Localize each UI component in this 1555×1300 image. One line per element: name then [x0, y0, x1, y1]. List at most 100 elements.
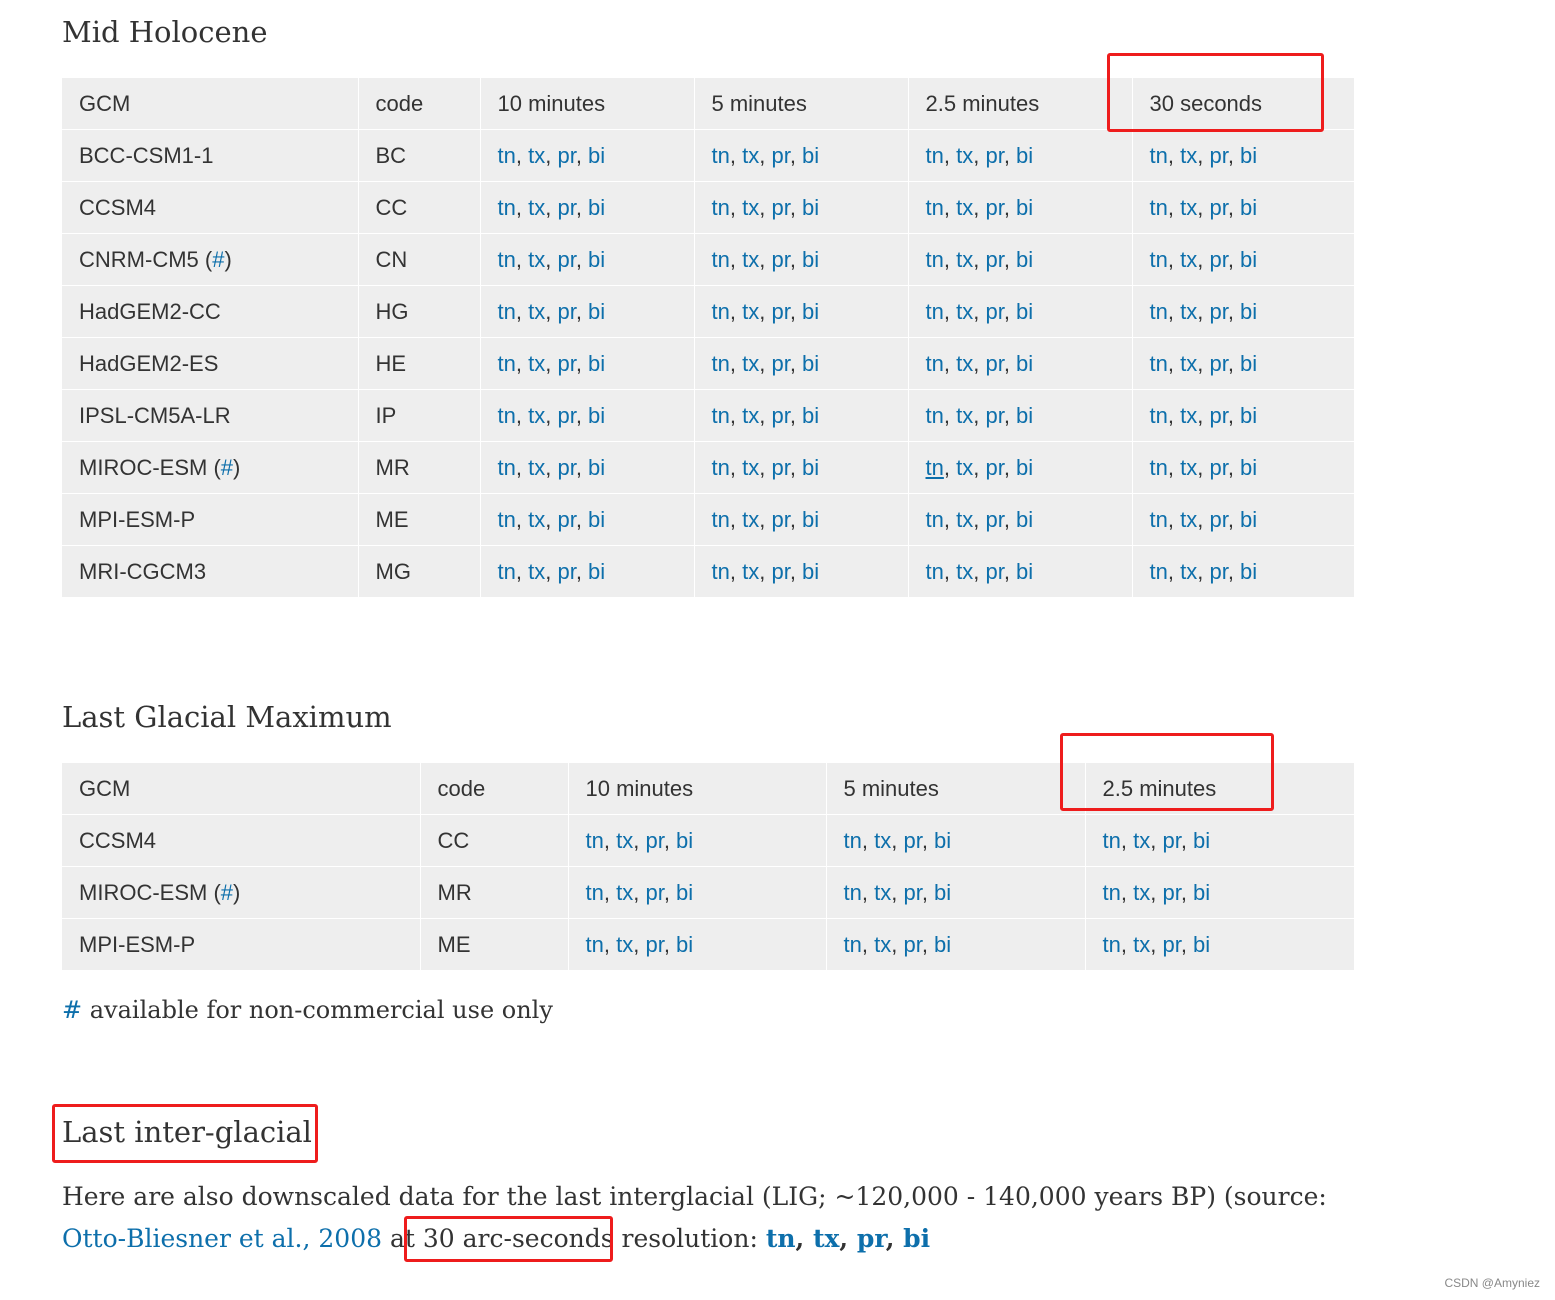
download-link-bi[interactable]: bi — [676, 828, 693, 853]
download-link-pr[interactable]: pr — [985, 247, 1003, 272]
download-link-tn[interactable]: tn — [844, 828, 862, 853]
download-link-tn[interactable]: tn — [844, 880, 862, 905]
download-link-tn[interactable]: tn — [1150, 247, 1168, 272]
download-link-tn[interactable]: tn — [712, 559, 730, 584]
download-link-tx[interactable]: tx — [874, 932, 891, 957]
download-link-pr[interactable]: pr — [645, 828, 663, 853]
download-link-bi[interactable]: bi — [1240, 247, 1257, 272]
download-link-pr[interactable]: pr — [985, 455, 1003, 480]
download-link-bi[interactable]: bi — [1240, 507, 1257, 532]
download-link-tx[interactable]: tx — [528, 247, 545, 272]
download-link-pr[interactable]: pr — [1209, 455, 1227, 480]
download-link-pr[interactable]: pr — [557, 299, 575, 324]
download-link-bi[interactable]: bi — [1193, 828, 1210, 853]
download-link-bi[interactable]: bi — [588, 507, 605, 532]
download-link-pr[interactable]: pr — [645, 880, 663, 905]
download-link-tx[interactable]: tx — [1180, 247, 1197, 272]
download-link-pr[interactable]: pr — [1209, 507, 1227, 532]
download-link-bi[interactable]: bi — [802, 247, 819, 272]
download-link-bi[interactable]: bi — [802, 403, 819, 428]
download-link-tx[interactable]: tx — [528, 507, 545, 532]
download-link-bi[interactable]: bi — [1193, 932, 1210, 957]
download-link-tx[interactable]: tx — [956, 559, 973, 584]
download-link-bi[interactable]: bi — [1016, 559, 1033, 584]
download-link-bi[interactable]: bi — [588, 455, 605, 480]
download-link-tx[interactable]: tx — [528, 351, 545, 376]
download-link-pr[interactable]: pr — [1162, 828, 1180, 853]
download-link-bi[interactable]: bi — [802, 351, 819, 376]
download-link-pr[interactable]: pr — [771, 351, 789, 376]
download-link-tx[interactable]: tx — [742, 507, 759, 532]
download-link-tx[interactable]: tx — [956, 247, 973, 272]
download-link-pr[interactable]: pr — [985, 351, 1003, 376]
download-link-tx[interactable]: tx — [956, 455, 973, 480]
download-link-bi[interactable]: bi — [588, 247, 605, 272]
download-link-tn[interactable]: tn — [844, 932, 862, 957]
download-link-tx[interactable]: tx — [742, 455, 759, 480]
download-link-tx[interactable]: tx — [616, 880, 633, 905]
download-link-tn[interactable]: tn — [1103, 828, 1121, 853]
download-link-tx[interactable]: tx — [1133, 932, 1150, 957]
download-link-tx[interactable]: tx — [742, 247, 759, 272]
download-link-pr[interactable]: pr — [985, 559, 1003, 584]
lig-link-tx[interactable]: tx — [813, 1224, 839, 1253]
download-link-tx[interactable]: tx — [528, 559, 545, 584]
download-link-tn[interactable]: tn — [586, 828, 604, 853]
download-link-bi[interactable]: bi — [1016, 143, 1033, 168]
download-link-pr[interactable]: pr — [1209, 195, 1227, 220]
download-link-tx[interactable]: tx — [956, 403, 973, 428]
download-link-tn[interactable]: tn — [1150, 195, 1168, 220]
download-link-tn[interactable]: tn — [926, 403, 944, 428]
download-link-bi[interactable]: bi — [1016, 507, 1033, 532]
download-link-bi[interactable]: bi — [588, 299, 605, 324]
download-link-bi[interactable]: bi — [802, 195, 819, 220]
download-link-tn[interactable]: tn — [1150, 299, 1168, 324]
download-link-pr[interactable]: pr — [771, 195, 789, 220]
download-link-pr[interactable]: pr — [985, 403, 1003, 428]
download-link-pr[interactable]: pr — [557, 351, 575, 376]
download-link-pr[interactable]: pr — [771, 247, 789, 272]
download-link-bi[interactable]: bi — [802, 559, 819, 584]
download-link-bi[interactable]: bi — [676, 880, 693, 905]
download-link-tx[interactable]: tx — [1180, 299, 1197, 324]
download-link-pr[interactable]: pr — [771, 559, 789, 584]
non-commercial-hash-link[interactable]: # — [221, 880, 233, 905]
download-link-pr[interactable]: pr — [1209, 299, 1227, 324]
download-link-bi[interactable]: bi — [588, 143, 605, 168]
download-link-tn[interactable]: tn — [926, 195, 944, 220]
download-link-bi[interactable]: bi — [1240, 195, 1257, 220]
download-link-tn[interactable]: tn — [926, 455, 944, 480]
download-link-tx[interactable]: tx — [528, 299, 545, 324]
download-link-tx[interactable]: tx — [1180, 143, 1197, 168]
download-link-tn[interactable]: tn — [498, 559, 516, 584]
download-link-bi[interactable]: bi — [588, 195, 605, 220]
download-link-pr[interactable]: pr — [903, 828, 921, 853]
download-link-bi[interactable]: bi — [1193, 880, 1210, 905]
download-link-tn[interactable]: tn — [712, 247, 730, 272]
download-link-pr[interactable]: pr — [771, 507, 789, 532]
download-link-tx[interactable]: tx — [528, 455, 545, 480]
download-link-bi[interactable]: bi — [1016, 455, 1033, 480]
download-link-tx[interactable]: tx — [616, 932, 633, 957]
download-link-tn[interactable]: tn — [498, 403, 516, 428]
download-link-bi[interactable]: bi — [1240, 351, 1257, 376]
download-link-tx[interactable]: tx — [1180, 403, 1197, 428]
download-link-tn[interactable]: tn — [926, 507, 944, 532]
download-link-tx[interactable]: tx — [742, 559, 759, 584]
download-link-bi[interactable]: bi — [1240, 299, 1257, 324]
download-link-tn[interactable]: tn — [498, 195, 516, 220]
non-commercial-hash-link[interactable]: # — [212, 247, 224, 272]
download-link-bi[interactable]: bi — [1016, 403, 1033, 428]
download-link-tn[interactable]: tn — [926, 143, 944, 168]
download-link-pr[interactable]: pr — [771, 455, 789, 480]
download-link-tn[interactable]: tn — [712, 507, 730, 532]
download-link-tn[interactable]: tn — [498, 247, 516, 272]
download-link-pr[interactable]: pr — [771, 143, 789, 168]
download-link-bi[interactable]: bi — [676, 932, 693, 957]
download-link-tx[interactable]: tx — [1180, 351, 1197, 376]
download-link-pr[interactable]: pr — [985, 507, 1003, 532]
download-link-bi[interactable]: bi — [802, 455, 819, 480]
download-link-pr[interactable]: pr — [557, 507, 575, 532]
download-link-pr[interactable]: pr — [903, 880, 921, 905]
download-link-tn[interactable]: tn — [712, 299, 730, 324]
